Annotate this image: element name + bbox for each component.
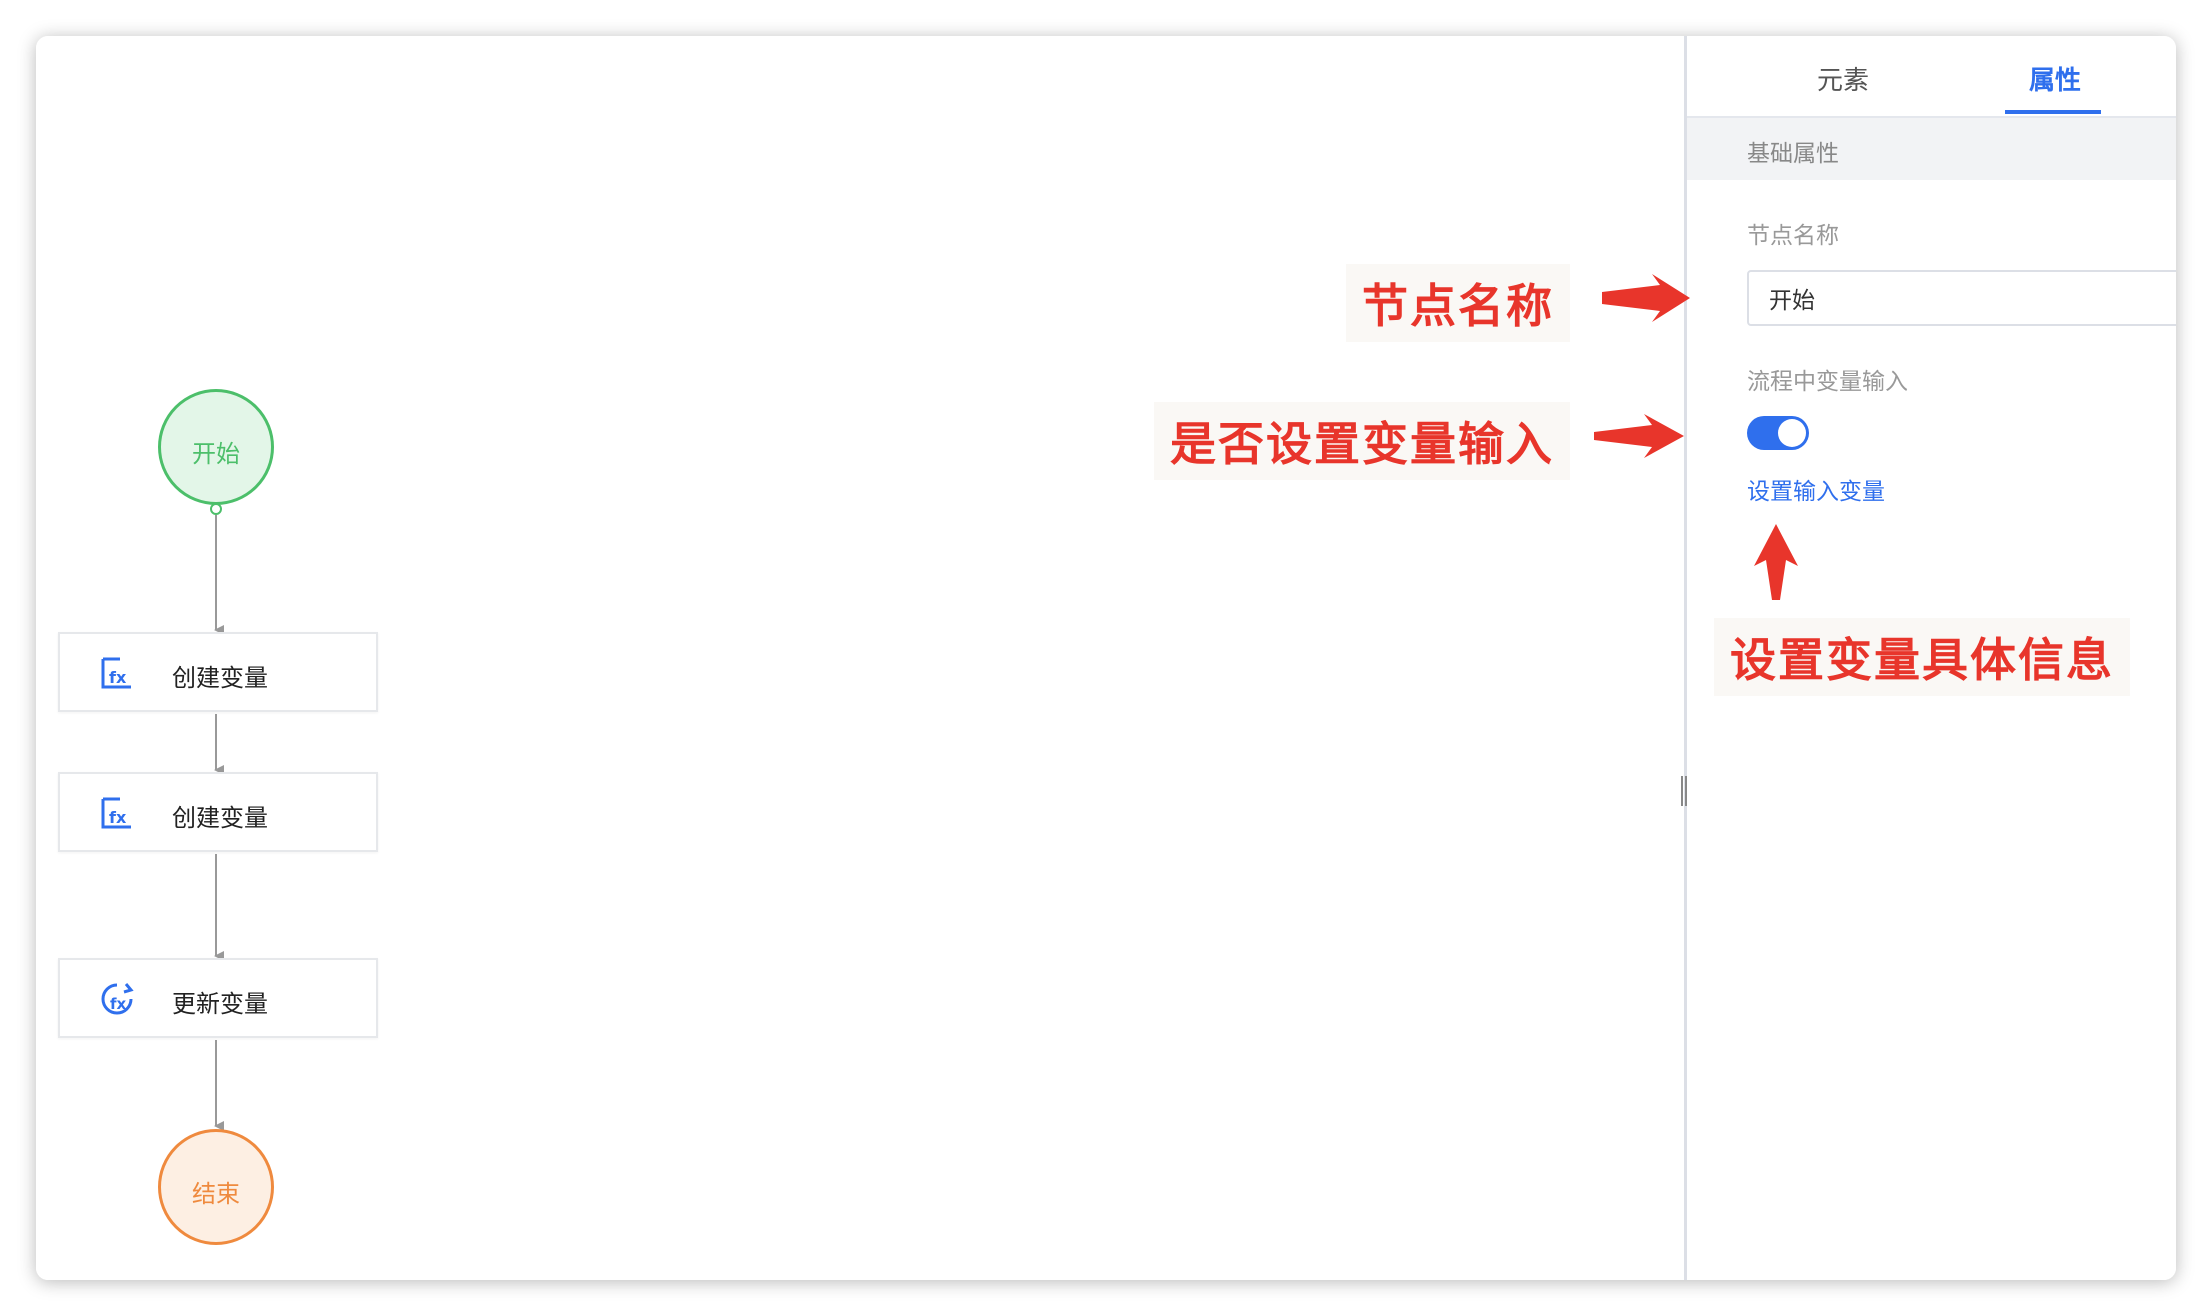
- panel-tabs: 元素 属性: [1687, 36, 2176, 118]
- annotation-variable-input: 是否设置变量输入: [1154, 402, 1570, 480]
- annotation-variable-detail: 设置变量具体信息: [1714, 618, 2130, 696]
- node-name-label: 节点名称: [1747, 223, 1839, 249]
- create-variable-icon: fx: [101, 797, 131, 829]
- annotation-node-name: 节点名称: [1346, 264, 1570, 342]
- start-node[interactable]: 开始: [158, 389, 274, 505]
- update-variable-icon: fx: [101, 983, 134, 1015]
- flow-node-label: 创建变量: [172, 804, 268, 832]
- flow-node-label: 更新变量: [172, 990, 268, 1018]
- svg-text:fx: fx: [109, 808, 127, 827]
- variable-input-label: 流程中变量输入: [1747, 369, 1908, 395]
- set-input-variables-link[interactable]: 设置输入变量: [1747, 472, 1885, 506]
- section-header[interactable]: 基础属性: [1687, 118, 2176, 180]
- flow-node-create-variable-2[interactable]: fx 创建变量: [58, 772, 378, 852]
- svg-text:fx: fx: [109, 668, 127, 687]
- active-tab-indicator: [2005, 110, 2101, 114]
- flow-node-label: 创建变量: [172, 664, 268, 692]
- flow-node-create-variable-1[interactable]: fx 创建变量: [58, 632, 378, 712]
- end-node-label: 结束: [192, 1180, 240, 1208]
- create-variable-icon: fx: [101, 657, 131, 689]
- toggle-knob: [1778, 419, 1806, 447]
- variable-input-toggle[interactable]: [1747, 416, 1809, 450]
- flow-node-update-variable[interactable]: fx 更新变量: [58, 958, 378, 1038]
- node-name-input[interactable]: [1747, 270, 2176, 326]
- start-node-anchor[interactable]: [210, 503, 222, 515]
- start-node-label: 开始: [192, 440, 240, 468]
- section-title: 基础属性: [1747, 141, 1839, 167]
- svg-text:fx: fx: [110, 995, 127, 1013]
- end-node[interactable]: 结束: [158, 1129, 274, 1245]
- tab-elements[interactable]: 元素: [1817, 60, 1869, 97]
- tab-properties[interactable]: 属性: [2029, 60, 2081, 97]
- flow-canvas[interactable]: 开始 fx 创建变量 fx 创建变量 fx 更新变量 结束: [36, 36, 1684, 1280]
